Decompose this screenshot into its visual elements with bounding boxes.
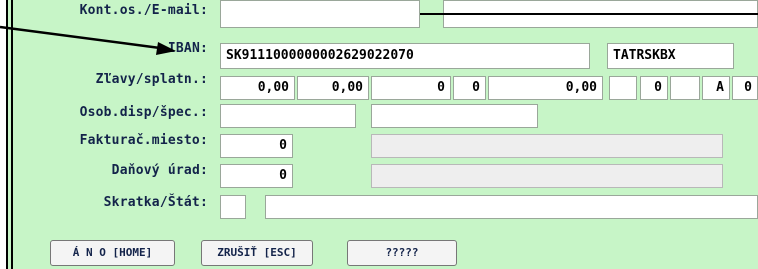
- pointer-arrow-icon: [0, 13, 758, 55]
